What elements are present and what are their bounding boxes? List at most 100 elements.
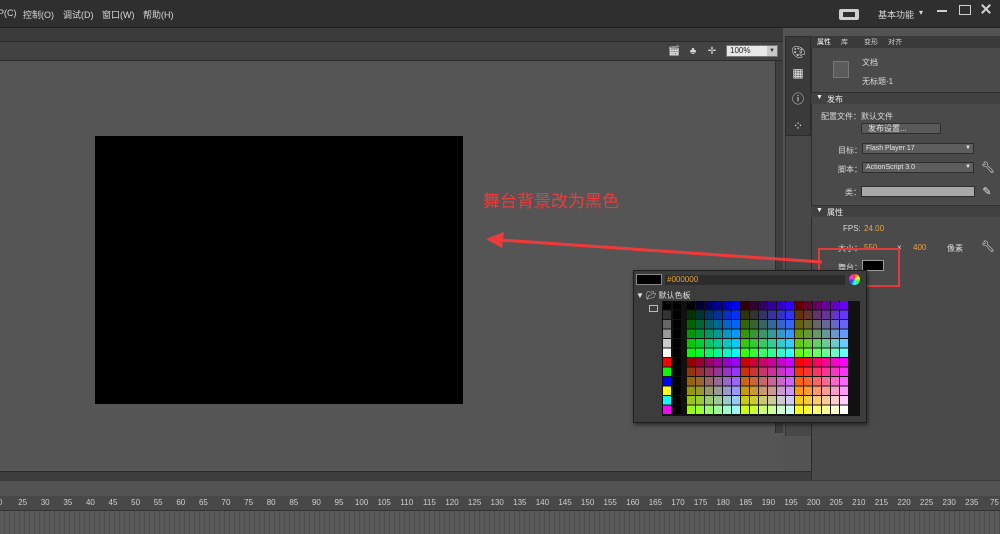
swatch-cell[interactable]	[732, 405, 740, 415]
swatch-cell[interactable]	[723, 301, 731, 310]
swatch-cell[interactable]	[723, 386, 731, 396]
swatch-cell[interactable]	[732, 386, 740, 396]
swatch-cell[interactable]	[696, 320, 704, 329]
swatch-cell[interactable]	[687, 301, 695, 310]
swatch-cell[interactable]	[696, 301, 704, 310]
swatch-cell[interactable]	[777, 405, 785, 415]
swatch-cell[interactable]	[768, 320, 776, 329]
swatch-cell[interactable]	[714, 339, 722, 348]
swatch-cell[interactable]	[786, 329, 794, 339]
swatch-cell[interactable]	[831, 329, 839, 339]
swatch-cell[interactable]	[804, 310, 812, 320]
swatch-cell[interactable]	[723, 339, 731, 348]
swatch-cell[interactable]	[759, 358, 767, 367]
swatch-cell[interactable]	[714, 301, 722, 310]
swatch-cell[interactable]	[786, 310, 794, 320]
swatch-cell[interactable]	[696, 405, 704, 415]
swatch-cell[interactable]	[804, 320, 812, 329]
swatch-cell[interactable]	[673, 358, 681, 367]
swatch-cell[interactable]	[663, 405, 671, 415]
swatch-cell[interactable]	[705, 301, 713, 310]
swatch-cell[interactable]	[786, 348, 794, 358]
swatch-cell[interactable]	[831, 377, 839, 386]
swatch-cell[interactable]	[786, 386, 794, 396]
swatch-cell[interactable]	[804, 358, 812, 367]
swatch-cell[interactable]	[768, 405, 776, 415]
swatch-cell[interactable]	[663, 329, 671, 339]
swatch-cell[interactable]	[777, 396, 785, 405]
swatch-cell[interactable]	[741, 405, 749, 415]
swatch-cell[interactable]	[831, 358, 839, 367]
swatch-cell[interactable]	[768, 310, 776, 320]
swatch-cell[interactable]	[723, 310, 731, 320]
swatch-cell[interactable]	[714, 386, 722, 396]
swatch-cell[interactable]	[732, 310, 740, 320]
swatch-cell[interactable]	[804, 377, 812, 386]
swatch-cell[interactable]	[840, 396, 848, 405]
swatch-cell[interactable]	[687, 377, 695, 386]
swatch-cell[interactable]	[777, 367, 785, 377]
swatch-cell[interactable]	[759, 405, 767, 415]
swatch-cell[interactable]	[714, 405, 722, 415]
swatch-cell[interactable]	[804, 348, 812, 358]
swatch-cell[interactable]	[741, 377, 749, 386]
swatch-cell[interactable]	[732, 320, 740, 329]
swatch-cell[interactable]	[705, 320, 713, 329]
swatch-cell[interactable]	[723, 348, 731, 358]
swatch-cell[interactable]	[786, 301, 794, 310]
swatch-cell[interactable]	[840, 348, 848, 358]
swatch-cell[interactable]	[759, 396, 767, 405]
swatch-cell[interactable]	[813, 329, 821, 339]
swatch-cell[interactable]	[741, 320, 749, 329]
swatch-cell[interactable]	[732, 367, 740, 377]
swatch-cell[interactable]	[687, 329, 695, 339]
swatch-cell[interactable]	[795, 358, 803, 367]
swatch-cell[interactable]	[750, 377, 758, 386]
swatch-cell[interactable]	[813, 386, 821, 396]
swatch-cell[interactable]	[768, 386, 776, 396]
swatch-cell[interactable]	[786, 367, 794, 377]
swatch-cell[interactable]	[822, 358, 830, 367]
swatch-cell[interactable]	[822, 348, 830, 358]
swatch-cell[interactable]	[840, 358, 848, 367]
swatch-cell[interactable]	[696, 386, 704, 396]
swatch-cell[interactable]	[705, 396, 713, 405]
swatch-cell[interactable]	[723, 377, 731, 386]
swatch-cell[interactable]	[813, 310, 821, 320]
swatch-cell[interactable]	[759, 367, 767, 377]
swatch-cell[interactable]	[723, 367, 731, 377]
swatch-cell[interactable]	[673, 377, 681, 386]
swatch-cell[interactable]	[786, 396, 794, 405]
swatch-cell[interactable]	[831, 396, 839, 405]
swatch-cell[interactable]	[732, 329, 740, 339]
swatch-cell[interactable]	[714, 329, 722, 339]
swatch-cell[interactable]	[687, 348, 695, 358]
swatch-cell[interactable]	[831, 339, 839, 348]
swatch-cell[interactable]	[840, 310, 848, 320]
swatch-cell[interactable]	[673, 320, 681, 329]
swatch-cell[interactable]	[822, 386, 830, 396]
swatch-cell[interactable]	[768, 396, 776, 405]
swatch-cell[interactable]	[673, 396, 681, 405]
swatch-cell[interactable]	[840, 320, 848, 329]
swatch-cell[interactable]	[813, 320, 821, 329]
swatch-cell[interactable]	[840, 377, 848, 386]
swatch-cell[interactable]	[714, 396, 722, 405]
swatch-cell[interactable]	[750, 405, 758, 415]
swatch-cell[interactable]	[786, 339, 794, 348]
swatch-cell[interactable]	[813, 405, 821, 415]
swatch-cell[interactable]	[831, 320, 839, 329]
swatch-cell[interactable]	[705, 348, 713, 358]
swatch-cell[interactable]	[714, 377, 722, 386]
swatch-cell[interactable]	[822, 396, 830, 405]
swatch-cell[interactable]	[741, 310, 749, 320]
swatch-cell[interactable]	[696, 329, 704, 339]
swatch-cell[interactable]	[759, 310, 767, 320]
swatch-grid[interactable]	[662, 301, 860, 416]
swatch-cell[interactable]	[732, 348, 740, 358]
swatch-cell[interactable]	[822, 310, 830, 320]
swatch-cell[interactable]	[673, 310, 681, 320]
color-wheel-icon[interactable]	[849, 274, 860, 285]
swatch-cell[interactable]	[741, 301, 749, 310]
swatch-cell[interactable]	[813, 358, 821, 367]
